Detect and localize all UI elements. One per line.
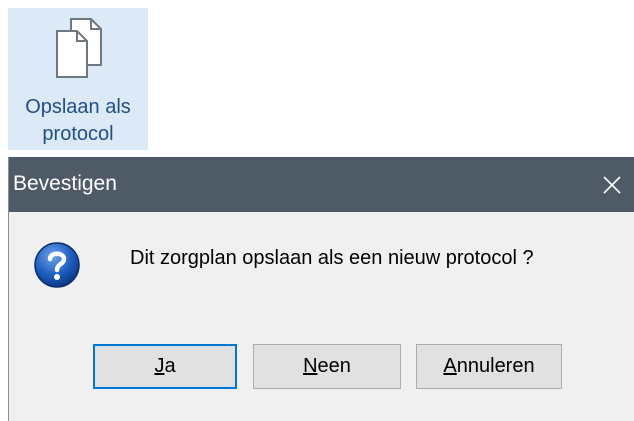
yes-accelerator: J (154, 355, 165, 377)
dialog-titlebar[interactable]: Bevestigen (9, 157, 634, 212)
confirm-dialog: Bevestigen Dit zorgplan opslaan als een … (8, 157, 634, 421)
dialog-message: Dit zorgplan opslaan als een nieuw proto… (130, 247, 534, 269)
no-label-rest: een (317, 355, 351, 377)
dialog-title: Bevestigen (13, 172, 117, 195)
copy-documents-icon (56, 18, 102, 78)
cancel-accelerator: A (443, 355, 457, 377)
no-button[interactable]: Neen (253, 344, 401, 389)
cancel-button[interactable]: Annuleren (416, 344, 562, 389)
question-icon (34, 242, 80, 288)
save-as-protocol-label-line1: Opslaan als (25, 96, 131, 118)
yes-button[interactable]: Ja (93, 344, 237, 389)
cancel-label-rest: nnuleren (456, 355, 535, 377)
save-as-protocol-label-line2: protocol (42, 123, 114, 145)
no-accelerator: N (303, 355, 318, 377)
close-button[interactable] (589, 157, 634, 212)
close-icon (603, 175, 621, 194)
yes-label-rest: a (164, 355, 176, 377)
save-as-protocol-button[interactable]: Opslaan als protocol (8, 8, 148, 150)
